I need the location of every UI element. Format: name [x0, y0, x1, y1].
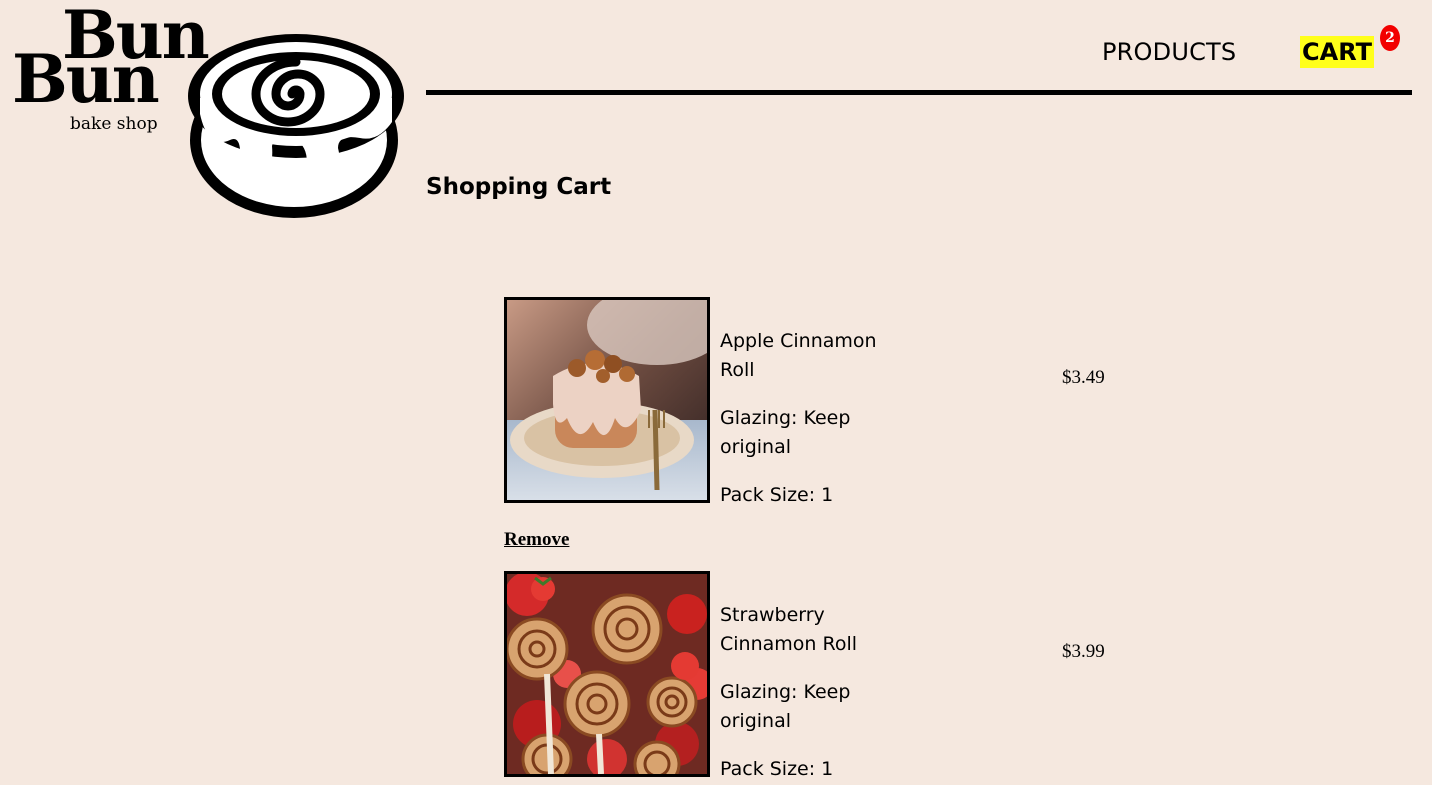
item-details: Apple Cinnamon Roll Glazing: Keep origin…	[720, 327, 900, 529]
brand-subtitle: bake shop	[70, 114, 158, 134]
cart-item: Apple Cinnamon Roll Glazing: Keep origin…	[504, 297, 1124, 567]
item-name: Apple Cinnamon Roll	[720, 330, 877, 381]
brand-logo[interactable]: Bun Bun bake shop	[10, 0, 410, 225]
item-price: $3.49	[1062, 367, 1105, 388]
cinnamon-bun-icon	[188, 34, 404, 218]
page-title: Shopping Cart	[426, 174, 612, 200]
nav-divider	[426, 90, 1412, 95]
product-thumbnail	[504, 571, 710, 777]
apple-cinnamon-roll-photo	[507, 300, 707, 500]
brand-word-bottom: Bun	[12, 40, 160, 118]
nav-cart-link[interactable]: CART	[1300, 36, 1374, 68]
item-glazing: Glazing: Keep original	[720, 681, 851, 732]
item-details: Strawberry Cinnamon Roll Glazing: Keep o…	[720, 601, 900, 785]
cart-count-badge: 2	[1380, 25, 1400, 51]
item-price: $3.99	[1062, 641, 1105, 662]
nav-products-link[interactable]: PRODUCTS	[1102, 38, 1236, 66]
item-glazing: Glazing: Keep original	[720, 407, 851, 458]
product-thumbnail	[504, 297, 710, 503]
cart-item: Strawberry Cinnamon Roll Glazing: Keep o…	[504, 571, 1124, 785]
item-pack-size: Pack Size: 1	[720, 484, 834, 506]
item-pack-size: Pack Size: 1	[720, 758, 834, 780]
strawberry-cinnamon-roll-photo	[507, 574, 707, 774]
item-name: Strawberry Cinnamon Roll	[720, 604, 858, 655]
remove-item-button[interactable]: Remove	[504, 529, 569, 551]
